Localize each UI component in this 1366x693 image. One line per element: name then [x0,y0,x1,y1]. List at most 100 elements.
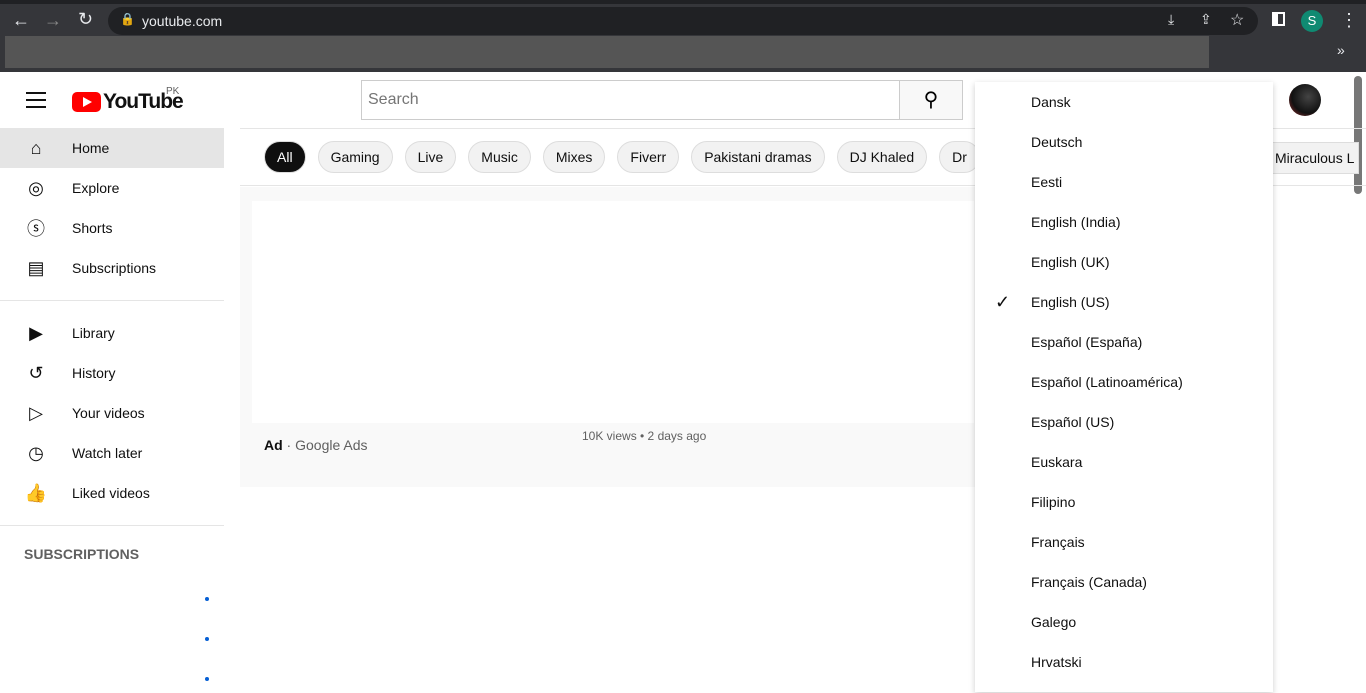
language-option[interactable]: Euskara [975,442,1273,482]
sidebar-item-label: Watch later [72,445,143,461]
side-panel-icon[interactable] [1272,12,1285,26]
subscriptions-icon: ▤ [27,257,45,278]
language-option[interactable]: Français (Canada) [975,562,1273,602]
language-option[interactable]: Español (España) [975,322,1273,362]
account-avatar[interactable] [1289,84,1321,116]
checkmark-icon: ✓ [995,292,1011,312]
language-label: English (US) [1031,294,1110,310]
profile-avatar[interactable]: S [1301,10,1323,32]
language-label: English (UK) [1031,254,1110,270]
language-label: Filipino [1031,494,1076,510]
sidebar-item-library[interactable]: ▶ Library [0,313,224,353]
sidebar-item-label: Liked videos [72,485,150,501]
chip-miraculous[interactable]: Miraculous L [1270,142,1360,174]
language-option[interactable]: Deutsch [975,122,1273,162]
search-input[interactable] [361,80,901,120]
language-option[interactable]: Galego [975,602,1273,642]
language-option[interactable]: Dansk [975,82,1273,122]
chip-gaming[interactable]: Gaming [317,141,393,173]
sidebar-item-label: Your videos [72,405,145,421]
sidebar-item-your-videos[interactable]: ▷ Your videos [0,393,224,433]
lock-icon: 🔒 [120,12,135,26]
ad-badge: Ad [264,437,283,453]
library-icon: ▶ [29,322,43,343]
language-option[interactable]: Français [975,522,1273,562]
search-button[interactable]: ⚲ [899,80,963,120]
divider [0,525,224,526]
ad-views: 10K views • 2 days ago [582,429,707,443]
menu-icon[interactable] [26,92,46,113]
language-option[interactable]: Eesti [975,162,1273,202]
sidebar-item-label: Home [72,140,110,156]
compass-icon: ◎ [28,177,44,198]
sidebar-item-label: Explore [72,180,120,196]
chip-music[interactable]: Music [468,141,531,173]
subscriptions-heading: SUBSCRIPTIONS [24,546,140,562]
sidebar-item-explore[interactable]: ◎ Explore [0,168,224,208]
language-label: English (India) [1031,214,1121,230]
search-icon: ⚲ [923,89,939,111]
language-option[interactable]: Filipino [975,482,1273,522]
language-label: Français (Canada) [1031,574,1147,590]
more-menu-icon[interactable]: ⋮ [1340,10,1358,31]
language-label: Français [1031,534,1085,550]
language-label: Deutsch [1031,134,1083,150]
sidebar-item-label: Library [72,325,115,341]
chip-live[interactable]: Live [404,141,457,173]
language-label: Español (US) [1031,414,1115,430]
sidebar-item-history[interactable]: ↺ History [0,353,224,393]
language-menu: Dansk Deutsch Eesti English (India) Engl… [975,82,1273,692]
ad-section: Ad · Google Ads 10K views • 2 days ago [240,187,976,487]
ad-source: Google Ads [295,437,368,453]
new-content-dot [205,637,209,641]
browser-chrome: ← → ↻ 🔒 youtube.com ⤓ ⇪ ☆ S ⋮ » [0,0,1366,72]
youtube-logo[interactable]: YouTube PK [72,86,184,114]
tab-strip [0,0,1366,4]
language-label: Español (España) [1031,334,1143,350]
sidebar-item-home[interactable]: ⌂ Home [0,128,224,168]
back-icon[interactable]: ← [12,10,30,31]
chip-dj-khaled[interactable]: DJ Khaled [836,141,928,173]
sidebar-item-liked-videos[interactable]: 👍 Liked videos [0,473,224,513]
language-label: Español (Latinoamérica) [1031,374,1183,390]
thumbs-up-icon: 👍 [24,482,48,503]
language-option[interactable]: Español (Latinoamérica) [975,362,1273,402]
language-option-selected[interactable]: ✓ English (US) [975,282,1273,322]
ad-card[interactable] [252,201,974,423]
address-bar[interactable]: 🔒 youtube.com ⤓ ⇪ ☆ [108,7,1258,35]
chip-fiverr[interactable]: Fiverr [617,141,680,173]
ad-label: Ad · Google Ads [264,437,368,453]
forward-icon[interactable]: → [44,10,62,31]
youtube-page: YouTube PK ⚲ ⌂ Home ◎ Explore ⓢ Shorts ▤ Sub… [0,72,1366,693]
history-icon: ↺ [28,362,44,383]
region-code: PK [166,86,180,97]
shorts-icon: ⓢ [27,219,45,239]
install-icon[interactable]: ⤓ [1168,11,1174,28]
language-label: Galego [1031,614,1077,630]
language-option[interactable]: Español (US) [975,402,1273,442]
bookmark-star-icon[interactable]: ☆ [1230,10,1244,30]
sidebar-item-watch-later[interactable]: ◷ Watch later [0,433,224,473]
language-option[interactable]: Hrvatski [975,642,1273,682]
youtube-play-icon [72,92,101,112]
home-icon: ⌂ [30,137,42,158]
sidebar: ⌂ Home ◎ Explore ⓢ Shorts ▤ Subscriptions ▶ L… [0,128,224,570]
language-option[interactable]: English (UK) [975,242,1273,282]
bookmarks-overflow-icon[interactable]: » [1337,42,1345,58]
sidebar-item-label: Shorts [72,220,113,236]
chip-pakistani-dramas[interactable]: Pakistani dramas [691,141,825,173]
share-icon[interactable]: ⇪ [1200,11,1212,28]
clock-icon: ◷ [28,442,44,463]
sidebar-item-label: History [72,365,116,381]
chip-mixes[interactable]: Mixes [542,141,606,173]
url-text: youtube.com [142,13,223,29]
reload-icon[interactable]: ↻ [78,9,93,30]
chip-all[interactable]: All [264,141,306,173]
language-label: Eesti [1031,174,1063,190]
chip-dr[interactable]: Dr [939,141,980,173]
sidebar-item-subscriptions[interactable]: ▤ Subscriptions [0,248,224,288]
sidebar-item-shorts[interactable]: ⓢ Shorts [0,208,224,248]
language-label: Dansk [1031,94,1071,110]
language-option[interactable]: English (India) [975,202,1273,242]
language-label: Euskara [1031,454,1083,470]
